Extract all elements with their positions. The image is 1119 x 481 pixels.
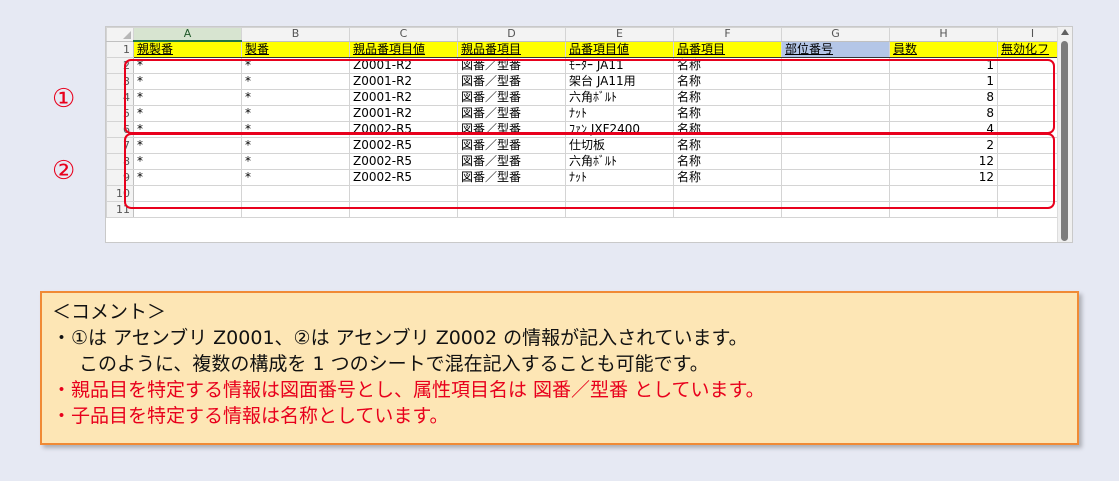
header-cell[interactable]: 親製番 bbox=[133, 40, 242, 58]
group-box-assembly-2 bbox=[124, 133, 1055, 209]
comment-box: ＜コメント＞ ・①は アセンブリ Z0001、②は アセンブリ Z0002 の情… bbox=[40, 291, 1079, 445]
header-cell[interactable]: 部位番号 bbox=[781, 40, 890, 58]
comment-line-1: ・①は アセンブリ Z0001、②は アセンブリ Z0002 の情報が記入されて… bbox=[52, 327, 748, 349]
column-header-e[interactable]: E bbox=[565, 27, 674, 42]
column-header-a[interactable]: A bbox=[133, 27, 242, 42]
header-row: 1 親製番 製番 親品番項目値 親品番項目 品番項目値 品番項目 部位番号 員数… bbox=[106, 40, 1068, 58]
group-box-assembly-1 bbox=[124, 59, 1055, 134]
marker-2: ② bbox=[52, 156, 76, 186]
column-header-f[interactable]: F bbox=[673, 27, 782, 42]
scroll-up-icon[interactable] bbox=[1061, 29, 1069, 35]
header-cell[interactable]: 親品番項目 bbox=[457, 40, 566, 58]
column-header-g[interactable]: G bbox=[781, 27, 890, 42]
vertical-scrollbar[interactable] bbox=[1057, 27, 1072, 242]
header-cell[interactable]: 員数 bbox=[889, 40, 998, 58]
comment-line-2: このように、複数の構成を 1 つのシートで混在記入することも可能です。 bbox=[79, 353, 709, 375]
header-cell[interactable]: 親品番項目値 bbox=[349, 40, 458, 58]
column-header-h[interactable]: H bbox=[889, 27, 998, 42]
comment-title: ＜コメント＞ bbox=[52, 301, 167, 323]
column-header-c[interactable]: C bbox=[349, 27, 458, 42]
marker-1: ① bbox=[52, 84, 76, 114]
scroll-thumb[interactable] bbox=[1061, 41, 1068, 241]
header-cell[interactable]: 製番 bbox=[241, 40, 350, 58]
header-cell[interactable]: 品番項目 bbox=[673, 40, 782, 58]
comment-line-3: ・親品目を特定する情報は図面番号とし、属性項目名は 図番／型番 としています。 bbox=[52, 379, 765, 401]
select-all-corner[interactable] bbox=[106, 27, 134, 42]
column-header-row: A B C D E F G H I bbox=[106, 27, 1068, 42]
row-header[interactable]: 1 bbox=[106, 40, 134, 58]
comment-line-4: ・子品目を特定する情報は名称としています。 bbox=[52, 405, 449, 427]
column-header-b[interactable]: B bbox=[241, 27, 350, 42]
header-cell[interactable]: 品番項目値 bbox=[565, 40, 674, 58]
column-header-d[interactable]: D bbox=[457, 27, 566, 42]
